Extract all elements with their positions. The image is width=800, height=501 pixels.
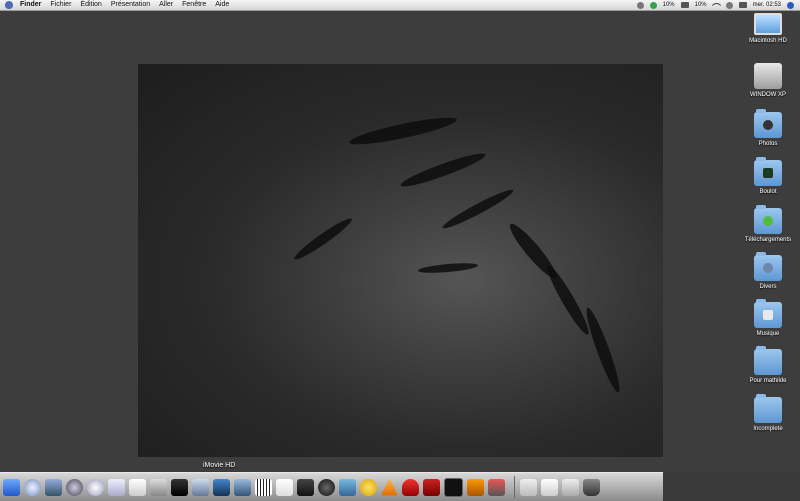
folder-icon — [754, 346, 782, 375]
desktop-icon-label: Macintosh HD — [749, 38, 787, 44]
monitor-icon — [754, 13, 782, 35]
trash-icon[interactable] — [583, 478, 600, 496]
piano-icon[interactable] — [255, 478, 272, 496]
network-icon[interactable] — [520, 478, 537, 496]
menu-presentation[interactable]: Présentation — [111, 0, 150, 10]
menu-aide[interactable]: Aide — [215, 0, 229, 10]
safari-icon[interactable] — [24, 478, 41, 496]
clapboard-icon[interactable] — [297, 478, 314, 496]
time-machine-icon[interactable] — [636, 1, 644, 9]
ical-icon[interactable] — [276, 478, 293, 496]
camera-icon[interactable] — [318, 478, 335, 496]
dock-separator — [514, 476, 515, 498]
hard-drive-icon — [754, 63, 782, 89]
desktop-icon-label: Photos — [758, 141, 778, 147]
desktop-icon-label: Téléchargements — [744, 237, 792, 243]
apple-menu-icon[interactable] — [5, 1, 13, 9]
iweb-icon[interactable] — [339, 478, 356, 496]
menu-finder[interactable]: Finder — [20, 0, 41, 10]
photo-booth-icon[interactable] — [213, 478, 230, 496]
desktop-icon-divers[interactable]: Divers — [733, 252, 800, 290]
chart-app-icon[interactable] — [488, 478, 505, 496]
finder-icon[interactable] — [3, 478, 20, 496]
menu-fenetre[interactable]: Fenêtre — [182, 0, 206, 10]
menu-bar: Finder Fichier Édition Présentation Alle… — [0, 0, 800, 11]
folder-boulot-icon — [754, 157, 782, 186]
downloads-icon[interactable] — [562, 478, 579, 496]
tiger-photo — [138, 64, 663, 457]
desktop-icon-label: Incomplete — [753, 426, 783, 432]
folder-downloads-icon — [754, 205, 782, 234]
flag-icon[interactable] — [738, 2, 747, 8]
spotlight-icon[interactable] — [787, 1, 794, 9]
volume-icon[interactable] — [725, 1, 733, 9]
desktop-icon-musique[interactable]: Musique — [733, 299, 800, 337]
desktop-icon-label: Musique — [756, 331, 780, 337]
desktop-icon-telechargements[interactable]: Téléchargements — [733, 205, 800, 243]
itunes-icon[interactable] — [87, 478, 104, 496]
menu-status-area: 10% 10% mer. 02:53 — [636, 0, 794, 10]
red-app-icon[interactable] — [423, 478, 440, 496]
mail-icon[interactable] — [108, 478, 125, 496]
desktop-icon-window-xp[interactable]: WINDOW XP — [733, 63, 800, 98]
ichat-icon[interactable] — [45, 478, 62, 496]
folder-icon — [754, 394, 782, 423]
magnet-icon[interactable] — [402, 478, 419, 496]
desktop-icon-pour-mathilde[interactable]: Pour mathilde — [733, 346, 800, 384]
folder-music-icon — [754, 299, 782, 328]
desktop-icon-label: Pour mathilde — [749, 378, 787, 384]
garageband-icon[interactable] — [467, 478, 484, 496]
desktop-icon-label: Boulot — [759, 189, 777, 195]
quicktime-icon[interactable] — [66, 478, 83, 496]
desktop-icon-incomplete[interactable]: Incomplete — [733, 394, 800, 432]
desktop-icon-label: WINDOW XP — [750, 92, 786, 98]
dock-hover-label: iMovie HD — [203, 462, 236, 469]
desktop-icon-macintosh-hd[interactable]: Macintosh HD — [733, 13, 800, 44]
desktop-icon-boulot[interactable]: Boulot — [733, 157, 800, 195]
menu-aller[interactable]: Aller — [159, 0, 173, 10]
folder-photos-icon — [754, 109, 782, 138]
desktop: Macintosh HD WINDOW XP Photos Boulot Tél… — [0, 11, 800, 471]
wifi-icon[interactable] — [711, 0, 722, 10]
battery-percent-1[interactable]: 10% — [663, 2, 675, 8]
menu-clock[interactable]: mer. 02:53 — [753, 2, 781, 8]
folder-divers-icon — [754, 252, 782, 281]
preview-icon[interactable] — [192, 478, 209, 496]
desktop-icon-photos[interactable]: Photos — [733, 109, 800, 147]
battery-percent-2[interactable]: 10% — [695, 2, 707, 8]
textedit-icon[interactable] — [129, 478, 146, 496]
menu-fichier[interactable]: Fichier — [50, 0, 71, 10]
duck-icon[interactable] — [360, 478, 377, 496]
battery-icon[interactable] — [680, 2, 689, 8]
iphoto-icon[interactable] — [150, 478, 167, 496]
desktop-icon-label: Divers — [759, 284, 777, 290]
imovie-icon[interactable] — [171, 478, 188, 496]
dock — [0, 472, 663, 501]
sync-icon[interactable] — [649, 1, 657, 9]
menu-edition[interactable]: Édition — [80, 0, 101, 10]
xcode-icon[interactable] — [234, 478, 251, 496]
terminal-icon[interactable] — [444, 477, 463, 497]
documents-icon[interactable] — [541, 478, 558, 496]
vlc-icon[interactable] — [381, 478, 398, 496]
